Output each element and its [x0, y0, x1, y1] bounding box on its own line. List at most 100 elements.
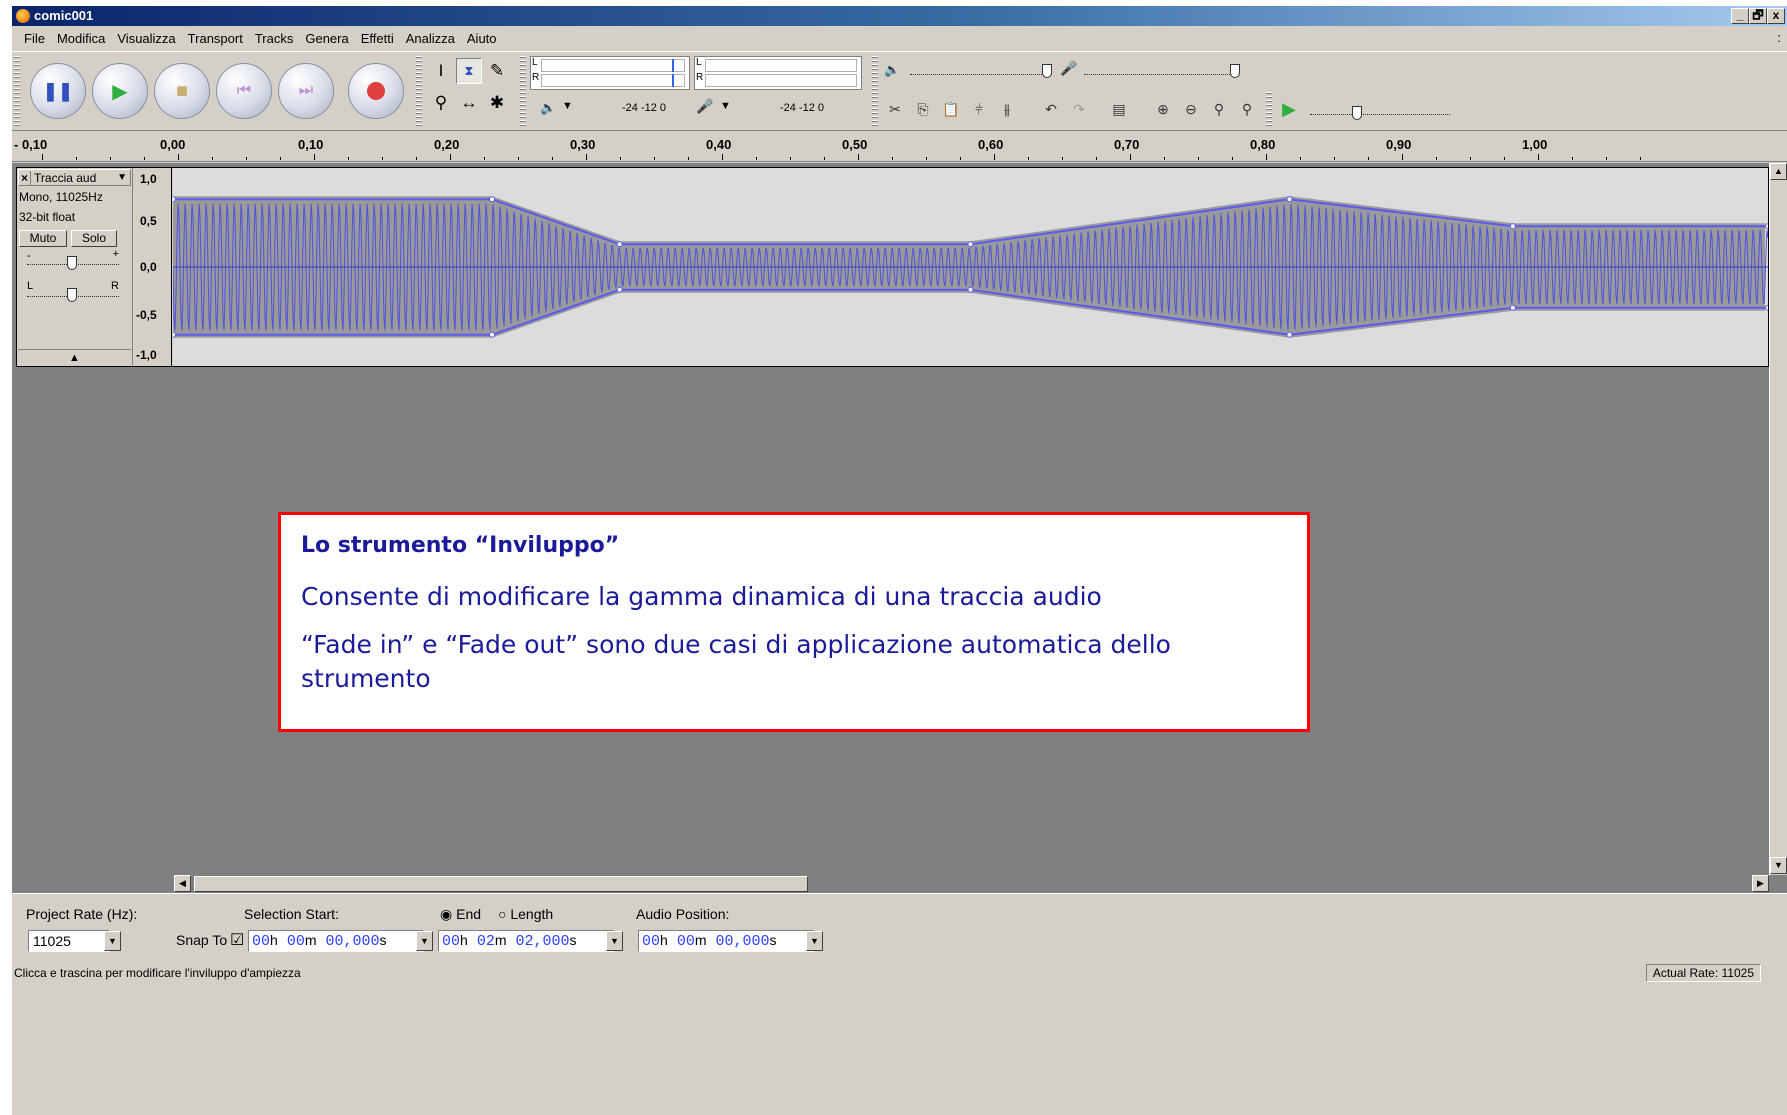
- menu-visualizza[interactable]: Visualizza: [111, 31, 181, 46]
- snap-to-checkbox[interactable]: ☑: [230, 930, 244, 950]
- horizontal-scroll-thumb[interactable]: [194, 876, 808, 892]
- maximize-button[interactable]: 🗗: [1749, 8, 1767, 24]
- envelope-control-point[interactable]: [1286, 331, 1293, 338]
- selection-start-format-dropdown[interactable]: ▼: [416, 931, 433, 951]
- selection-end-control[interactable]: 00h 02m 02,000s: [438, 930, 614, 952]
- envelope-control-point[interactable]: [1765, 304, 1771, 311]
- input-volume-slider[interactable]: [1230, 64, 1240, 78]
- waveform[interactable]: [170, 168, 1771, 366]
- edit-grip[interactable]: [872, 92, 878, 128]
- playback-meter[interactable]: L R: [530, 56, 690, 90]
- end-radio[interactable]: ◉ End: [440, 906, 481, 923]
- horizontal-scrollbar[interactable]: ◀ ▶: [12, 875, 1787, 893]
- multi-tool[interactable]: ✱: [484, 90, 510, 116]
- tools-grip[interactable]: [416, 56, 422, 128]
- close-button[interactable]: x: [1767, 8, 1785, 24]
- output-volume-slider[interactable]: [1042, 64, 1052, 78]
- peak-marker: [672, 59, 674, 72]
- envelope-control-point[interactable]: [170, 196, 176, 203]
- project-rate-select[interactable]: 11025: [28, 930, 110, 952]
- selection-end-format-dropdown[interactable]: ▼: [606, 931, 623, 951]
- project-rate-dropdown[interactable]: ▼: [104, 931, 121, 951]
- undo-button[interactable]: ↶: [1038, 96, 1064, 122]
- record-button[interactable]: [348, 63, 404, 119]
- envelope-control-point[interactable]: [1765, 223, 1771, 230]
- redo-button[interactable]: ↷: [1066, 96, 1092, 122]
- play-button[interactable]: ▶: [92, 63, 148, 119]
- envelope-control-point[interactable]: [489, 196, 495, 203]
- paste-button[interactable]: 📋: [938, 96, 964, 122]
- sync-lock-button[interactable]: ▤: [1106, 96, 1132, 122]
- draw-tool[interactable]: ✎: [484, 58, 510, 84]
- zoom-tool[interactable]: ⚲: [428, 90, 454, 116]
- scroll-down-button[interactable]: ▼: [1770, 857, 1787, 874]
- fit-project-button[interactable]: ⚲: [1234, 96, 1260, 122]
- menu-genera[interactable]: Genera: [299, 31, 354, 46]
- scroll-left-button[interactable]: ◀: [174, 875, 191, 892]
- track-collapse-button[interactable]: ▲: [18, 349, 131, 365]
- menu-transport[interactable]: Transport: [182, 31, 249, 46]
- envelope-control-point[interactable]: [1286, 196, 1293, 203]
- scroll-up-button[interactable]: ▲: [1770, 163, 1787, 180]
- envelope-control-point[interactable]: [1509, 304, 1516, 311]
- output-volume-track[interactable]: [910, 74, 1050, 75]
- pause-button[interactable]: ❚❚: [30, 63, 86, 119]
- selection-tool[interactable]: I: [428, 58, 454, 84]
- audio-track[interactable]: × Traccia aud ▼ Mono, 11025Hz 32-bit flo…: [16, 167, 1771, 367]
- mute-button[interactable]: Muto: [19, 230, 67, 247]
- copy-button[interactable]: ⎘: [910, 96, 936, 122]
- scale-label: -0,5: [136, 308, 157, 322]
- pan-slider[interactable]: L R: [25, 280, 121, 304]
- audio-position-control[interactable]: 00h 00m 00,000s: [638, 930, 814, 952]
- speed-grip[interactable]: [1266, 92, 1272, 128]
- fit-selection-button[interactable]: ⚲: [1206, 96, 1232, 122]
- playback-meter-dropdown[interactable]: ▼: [562, 100, 573, 112]
- selection-start-control[interactable]: 00h 00m 00,000s: [248, 930, 424, 952]
- trim-button[interactable]: ⫩: [966, 96, 992, 122]
- record-meter-dropdown[interactable]: ▼: [720, 100, 731, 112]
- envelope-control-point[interactable]: [1509, 223, 1516, 230]
- menu-aiuto[interactable]: Aiuto: [461, 31, 503, 46]
- scroll-right-button[interactable]: ▶: [1752, 875, 1769, 892]
- menu-file[interactable]: File: [18, 31, 51, 46]
- minimize-button[interactable]: _: [1731, 8, 1749, 24]
- timeline-ruler[interactable]: - 0,10 0,00 0,10 0,20 0,30 0,40 0,50 0,6…: [12, 132, 1787, 162]
- audio-position-format-dropdown[interactable]: ▼: [806, 931, 823, 951]
- pan-knob[interactable]: [67, 288, 77, 302]
- skip-end-button[interactable]: ⏭: [278, 63, 334, 119]
- envelope-tool[interactable]: ⧗: [456, 58, 482, 84]
- track-name-button[interactable]: × Traccia aud ▼: [18, 169, 131, 186]
- timeshift-tool[interactable]: ↔: [456, 90, 482, 116]
- gain-slider[interactable]: - +: [25, 248, 121, 272]
- meter-grip[interactable]: [520, 56, 526, 128]
- speed-slider[interactable]: [1352, 106, 1362, 120]
- menu-modifica[interactable]: Modifica: [51, 31, 111, 46]
- cut-button[interactable]: ✂: [882, 96, 908, 122]
- envelope-control-point[interactable]: [616, 286, 623, 293]
- gain-knob[interactable]: [67, 256, 77, 270]
- envelope-control-point[interactable]: [967, 241, 974, 248]
- speed-track[interactable]: [1310, 114, 1450, 115]
- envelope-control-point[interactable]: [967, 286, 974, 293]
- vertical-scrollbar[interactable]: ▲ ▼: [1769, 163, 1787, 875]
- envelope-control-point[interactable]: [170, 331, 176, 338]
- envelope-control-point[interactable]: [616, 241, 623, 248]
- menu-effetti[interactable]: Effetti: [355, 31, 400, 46]
- menu-overflow[interactable]: :: [1777, 30, 1781, 45]
- zoom-out-button[interactable]: ⊖: [1178, 96, 1204, 122]
- skip-start-button[interactable]: ⏮: [216, 63, 272, 119]
- play-at-speed-button[interactable]: ▶: [1276, 96, 1302, 122]
- menu-tracks[interactable]: Tracks: [249, 31, 300, 46]
- input-volume-track[interactable]: [1084, 74, 1234, 75]
- track-close-icon[interactable]: ×: [21, 170, 32, 185]
- solo-button[interactable]: Solo: [71, 230, 117, 247]
- zoom-in-button[interactable]: ⊕: [1150, 96, 1176, 122]
- record-meter[interactable]: L R: [694, 56, 862, 90]
- envelope-control-point[interactable]: [489, 331, 495, 338]
- toolbar-grip[interactable]: [14, 56, 20, 128]
- length-radio[interactable]: ○ Length: [498, 906, 553, 922]
- stop-button[interactable]: ■: [154, 63, 210, 119]
- silence-button[interactable]: ⫵: [994, 96, 1020, 122]
- menu-analizza[interactable]: Analizza: [400, 31, 461, 46]
- waveform-area[interactable]: [170, 168, 1771, 366]
